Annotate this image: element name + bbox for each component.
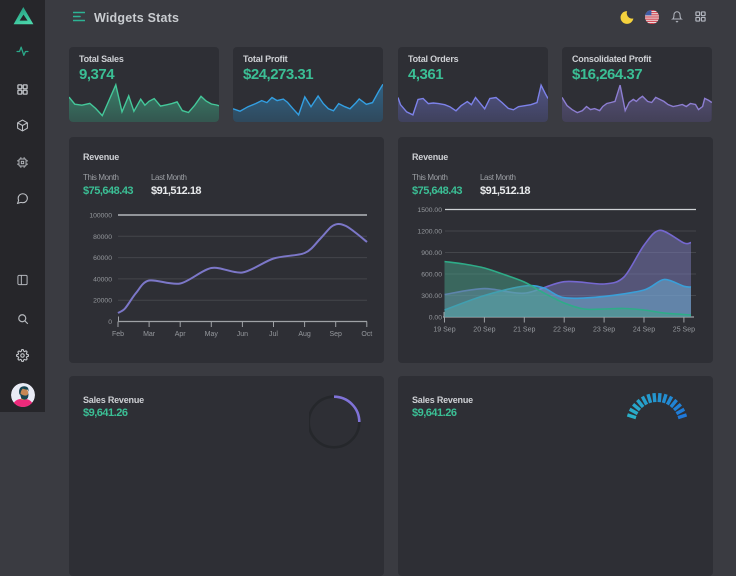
svg-text:Oct: Oct [361,331,372,338]
svg-text:22 Sep: 22 Sep [553,327,575,334]
svg-text:May: May [205,331,219,338]
svg-text:Feb: Feb [112,331,124,338]
svg-text:Jul: Jul [269,331,278,338]
svg-text:Jun: Jun [237,331,248,338]
svg-text:19 Sep: 19 Sep [433,327,455,334]
svg-text:24 Sep: 24 Sep [633,327,655,334]
svg-text:Apr: Apr [175,331,187,338]
svg-text:600.00: 600.00 [421,272,442,279]
svg-text:1200.00: 1200.00 [417,229,442,236]
svg-text:40000: 40000 [93,276,112,283]
svg-text:Sep: Sep [329,331,342,338]
svg-text:21 Sep: 21 Sep [513,327,535,334]
svg-text:Aug: Aug [298,331,311,338]
svg-text:900.00: 900.00 [421,250,442,257]
svg-text:Mar: Mar [143,331,156,338]
svg-text:23 Sep: 23 Sep [593,327,615,334]
svg-text:80000: 80000 [93,234,112,241]
svg-text:1500.00: 1500.00 [417,207,442,214]
svg-text:20 Sep: 20 Sep [473,327,495,334]
svg-text:100000: 100000 [89,213,112,220]
svg-text:0.00: 0.00 [429,315,442,322]
svg-text:300.00: 300.00 [421,293,442,300]
svg-text:25 Sep: 25 Sep [673,327,695,334]
svg-text:20000: 20000 [93,298,112,305]
svg-text:0: 0 [108,319,112,326]
svg-text:60000: 60000 [93,255,112,262]
